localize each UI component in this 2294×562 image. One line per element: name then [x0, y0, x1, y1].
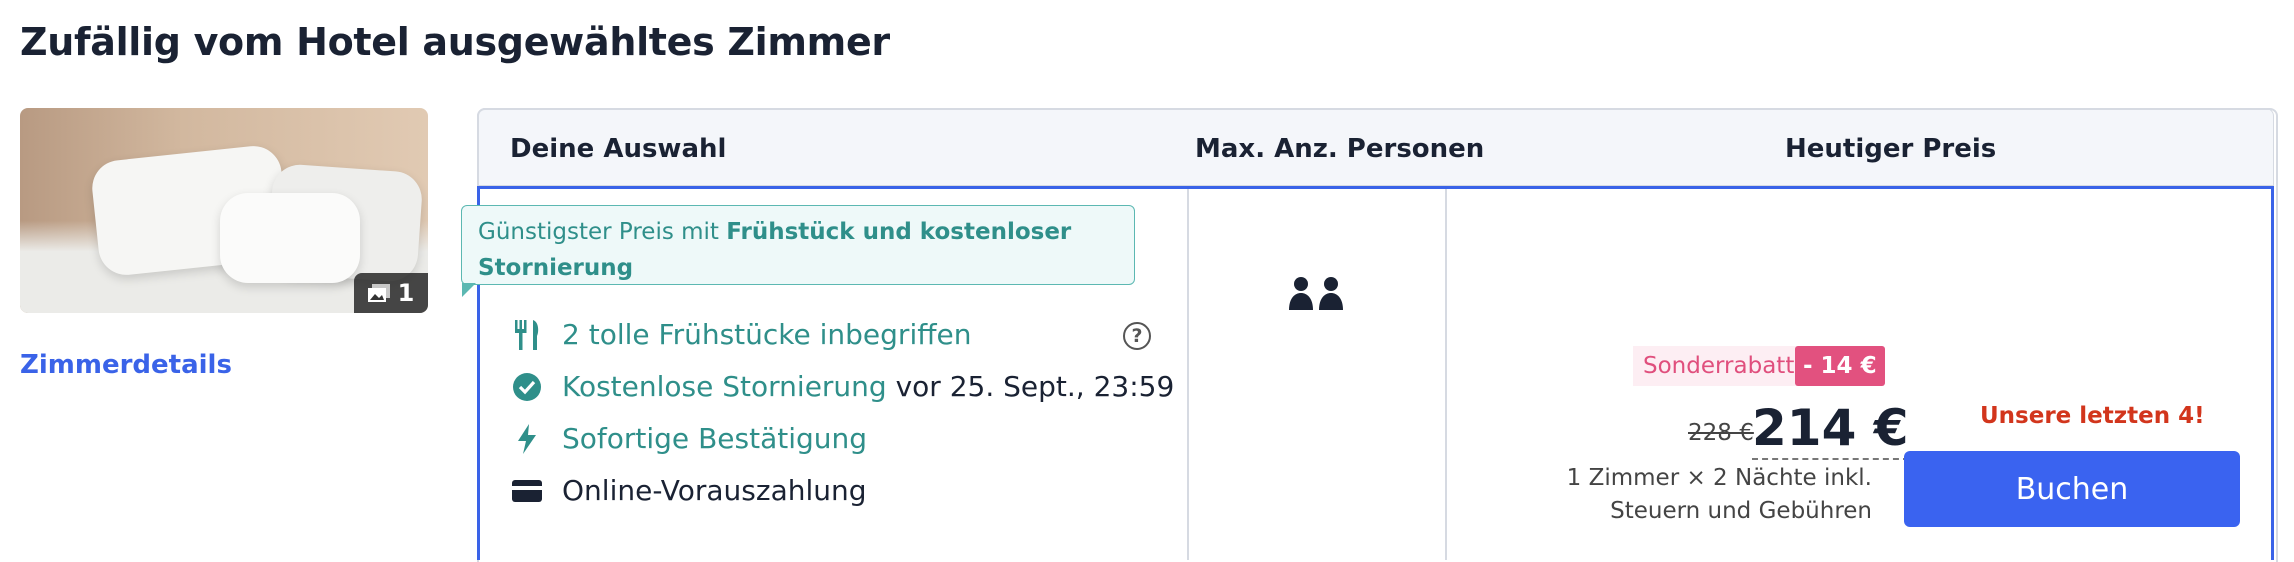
feature-text: Sofortige Bestätigung — [562, 422, 868, 455]
current-price[interactable]: 214 € — [1752, 398, 1909, 460]
original-price: 228 € — [1688, 420, 1754, 446]
lightning-icon — [512, 423, 542, 454]
column-header-selection: Deine Auswahl — [510, 134, 727, 164]
feature-cancellation: Kostenlose Stornierung vor 25. Sept., 23… — [512, 370, 1174, 403]
feature-text: Kostenlose Stornierung — [562, 370, 887, 403]
feature-breakfast: 2 tolle Frühstücke inbegriffen — [512, 318, 972, 351]
feature-text: 2 tolle Frühstücke inbegriffen — [562, 318, 972, 351]
feature-prepayment: Online-Vorauszahlung — [512, 474, 867, 507]
column-header-max-persons: Max. Anz. Personen — [1195, 134, 1485, 164]
room-details-link[interactable]: Zimmerdetails — [20, 350, 232, 380]
scarcity-notice: Unsere letzten 4! — [1980, 403, 2205, 429]
room-photo[interactable]: 1 — [20, 108, 428, 313]
best-price-tooltip: Günstigster Preis mit Frühstück und kost… — [461, 205, 1135, 285]
column-divider — [1445, 189, 1447, 560]
cutlery-icon — [512, 319, 542, 350]
tooltip-tail — [462, 283, 476, 297]
feature-text: Online-Vorauszahlung — [562, 474, 867, 507]
photo-count: 1 — [397, 279, 415, 307]
column-header-price: Heutiger Preis — [1785, 134, 1997, 164]
price-note: 1 Zimmer × 2 Nächte inkl. Steuern und Ge… — [1566, 465, 1872, 524]
check-circle-icon — [512, 372, 542, 402]
cancellation-deadline: vor 25. Sept., 23:59 — [886, 370, 1175, 403]
help-icon[interactable]: ? — [1123, 322, 1151, 350]
tooltip-prefix: Günstigster Preis mit — [478, 219, 727, 245]
column-divider — [1187, 189, 1189, 560]
feature-instant-confirmation: Sofortige Bestätigung — [512, 422, 867, 455]
section-title: Zufällig vom Hotel ausgewähltes Zimmer — [20, 20, 890, 64]
photo-count-badge: 1 — [354, 273, 428, 313]
special-discount-label: Sonderrabatt — [1633, 346, 1805, 386]
credit-card-icon — [512, 476, 542, 506]
gallery-icon — [367, 284, 390, 302]
two-persons-icon — [1287, 276, 1347, 310]
discount-badge: - 14 € — [1795, 346, 1885, 386]
book-button[interactable]: Buchen — [1904, 451, 2240, 527]
